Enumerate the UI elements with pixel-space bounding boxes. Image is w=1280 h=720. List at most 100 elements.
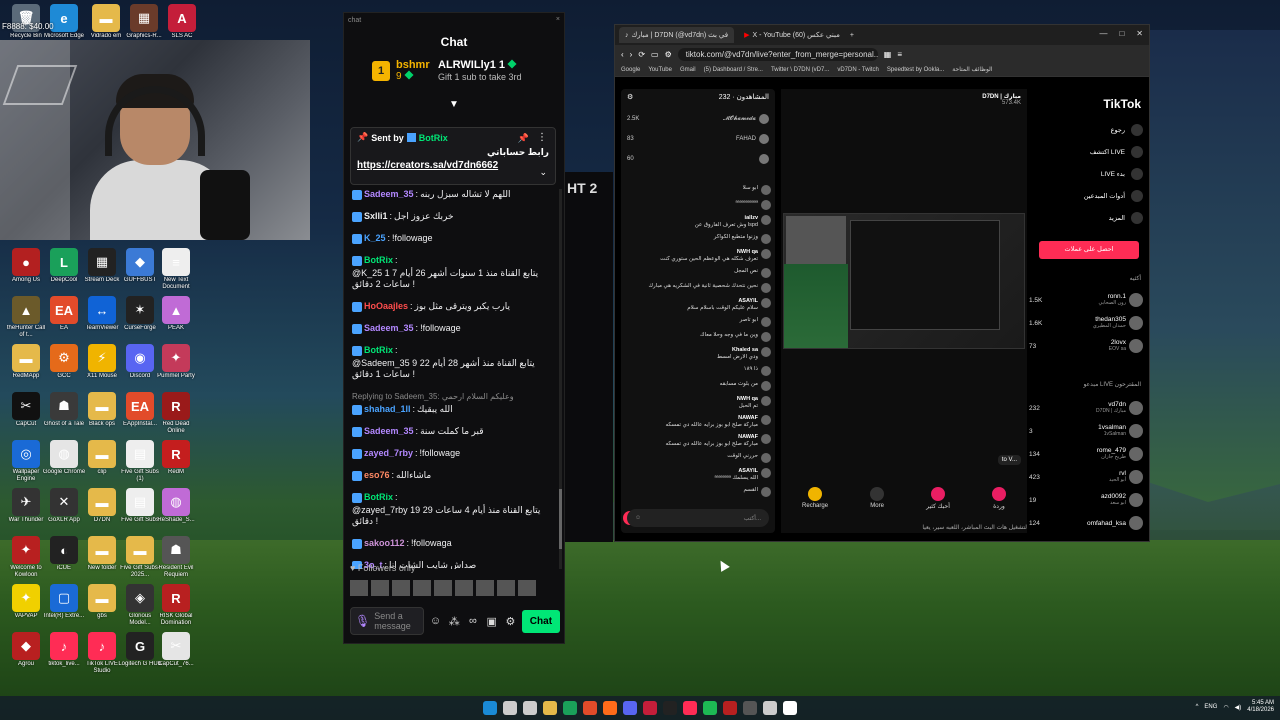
chat-username[interactable]: sakoo112	[364, 538, 405, 549]
desktop-icon[interactable]: ◍ ReShade_S...	[154, 488, 198, 536]
new-tab-icon[interactable]: +	[850, 32, 854, 39]
chat-username[interactable]: K_25	[364, 233, 386, 244]
user-row[interactable]: 134 rome_479 طريح جازان	[1029, 443, 1143, 465]
user-row[interactable]: 124 omfahad_ksa	[1029, 512, 1143, 534]
chat-username[interactable]: BotRix	[364, 255, 393, 266]
tiktok-message[interactable]: ابو تاصر	[625, 317, 771, 327]
chat-message[interactable]: zayed_7rby: !followage	[352, 448, 558, 459]
infinity-icon[interactable]: ∞	[466, 615, 481, 627]
gift-action[interactable]: More	[870, 487, 885, 509]
chat-message[interactable]: BotRix: @zayed_7rby 19 يتابع القناة منذ أ…	[352, 492, 558, 527]
maximize-icon[interactable]: □	[1119, 29, 1124, 38]
taskbar-app-icon[interactable]	[643, 701, 657, 715]
volume-icon[interactable]: ◀)	[1235, 704, 1242, 711]
user-row[interactable]: 232 vd7dn D7DN | مبارك	[1029, 397, 1143, 419]
bookmark-item[interactable]: Gmail	[680, 67, 696, 73]
top-viewer-row[interactable]: 2.5K 𝓜𝓞𝓱𝓪𝓶𝓮𝓭𝓪	[627, 109, 769, 129]
close-icon[interactable]: ✕	[1136, 29, 1143, 38]
user-row[interactable]: 1.6K thedan305 حمدان المطيري	[1029, 312, 1143, 334]
pin-toggle-icon[interactable]: 📌	[518, 133, 529, 144]
nav-item[interactable]: LIVE بدء	[1033, 163, 1143, 185]
taskbar-app-icon[interactable]	[563, 701, 577, 715]
tiktok-logo[interactable]: TikTok	[1103, 97, 1141, 111]
avatar[interactable]	[350, 580, 368, 596]
user-row[interactable]: 19 azd0092 ابو سعد	[1029, 489, 1143, 511]
desktop-icon[interactable]: ☗ Resident Evil Requiem	[154, 536, 198, 584]
chat-username[interactable]: BotRix	[364, 492, 393, 503]
emoji-icon[interactable]: ☺	[635, 515, 641, 521]
chat-username[interactable]: Sadeem_35	[364, 426, 414, 437]
taskbar-app-icon[interactable]	[683, 701, 697, 715]
taskbar-app-icon[interactable]	[763, 701, 777, 715]
bookmark-item[interactable]: Speedtest by Ookla...	[887, 67, 944, 73]
tiktok-message[interactable]: ᵃᵃᵃᵃᵃᵃᵃᵃᵃᵃᵃ	[625, 200, 771, 210]
chat-message[interactable]: sakoo112: !followaga	[352, 538, 558, 549]
chat-username[interactable]: Sxlli1	[364, 211, 388, 222]
tiktok-message[interactable]: ذا ١٨٩	[625, 366, 771, 376]
taskbar-app-icon[interactable]	[723, 701, 737, 715]
wifi-icon[interactable]: ◠	[1223, 704, 1228, 711]
tiktok-message[interactable]: ابو سلا	[625, 185, 771, 195]
chevron-up-icon[interactable]: ^	[1196, 704, 1199, 710]
close-icon[interactable]: ×	[556, 16, 560, 23]
avatar[interactable]	[518, 580, 536, 596]
collapse-chevron-icon[interactable]: ▼	[344, 99, 564, 113]
top-viewer-row[interactable]: 83 FAHAD	[627, 129, 769, 149]
desktop-icon[interactable]: ✦ Pummel Party	[154, 344, 198, 392]
tiktok-message[interactable]: ASAYIL ᵃᵃᵃᵃᵃᵃᵃᵃ الله يسلمك	[625, 468, 771, 482]
desktop-icon[interactable]: R RISK Global Domination	[154, 584, 198, 632]
tiktok-live-video[interactable]: D7DN | مبارك 573.4K to V... Recharge More…	[781, 89, 1027, 533]
tiktok-message[interactable]: نحين نتحدك شحصية ثانية في الشكريه هي مبا…	[625, 283, 771, 293]
chat-username[interactable]: shahad_1ll	[364, 404, 411, 415]
avatar[interactable]	[497, 580, 515, 596]
top-viewer-row[interactable]: 60	[627, 149, 769, 169]
store-icon[interactable]: ▣	[484, 615, 499, 628]
extensions-icon[interactable]: ▦	[884, 50, 892, 59]
tiktok-message[interactable]: حررني الوقت	[625, 453, 771, 463]
taskbar-app-icon[interactable]	[663, 701, 677, 715]
chat-message[interactable]: Sadeem_35: اللهم لا تشاله سبزل ربنه	[352, 189, 558, 200]
get-coins-button[interactable]: احصل على عملات	[1039, 241, 1139, 259]
tiktok-message[interactable]: نص المجل	[625, 268, 771, 278]
desktop-icon[interactable]: ✂ CapCut_76...	[154, 632, 198, 680]
tiktok-message[interactable]: NAWAF مباركة صلح ابو بوز برايه عالله دي ت…	[625, 415, 771, 429]
bookmark-item[interactable]: YouTube	[648, 67, 672, 73]
tab-tiktok[interactable]: ♪ مبارك | D7DN (@vd7dn) في بث	[619, 27, 735, 43]
chat-message[interactable]: K_25: !followage	[352, 233, 558, 244]
bookmark-item[interactable]: Twitter \ D7DN (vD7...	[771, 67, 829, 73]
tiktok-message[interactable]: iallzv وش تعرف الفاروق عن lspd	[625, 215, 771, 229]
chat-scrollbar[interactable]	[559, 189, 562, 569]
desktop-icon[interactable]: ≡ New Text Document	[154, 248, 198, 296]
tiktok-message[interactable]: NWH qa تم الحبل	[625, 396, 771, 410]
taskbar-app-icon[interactable]	[583, 701, 597, 715]
bookmark-icon[interactable]: ▭	[651, 50, 659, 59]
taskbar-app-icon[interactable]	[543, 701, 557, 715]
tiktok-message[interactable]: وين ما في وجه وحلا معاك	[625, 332, 771, 342]
chat-username[interactable]: Sadeem_35	[364, 189, 414, 200]
chat-message[interactable]: BotRix: @Sadeem_35 9 يتابع القناة منذ أشه…	[352, 345, 558, 380]
taskbar-app-icon[interactable]	[523, 701, 537, 715]
avatar[interactable]	[371, 580, 389, 596]
chat-username[interactable]: Sadeem_35	[364, 323, 414, 334]
lang-indicator[interactable]: ENG	[1204, 704, 1217, 710]
taskbar-app-icon[interactable]	[743, 701, 757, 715]
tab-youtube[interactable]: ▶ X - YouTube مبني عكس (60)	[738, 27, 846, 43]
taskbar-app-icon[interactable]	[603, 701, 617, 715]
tiktok-message[interactable]: NAWAF مباركة صلح ابو بوز برايه عالله دي ت…	[625, 434, 771, 448]
back-icon[interactable]: ‹	[621, 50, 624, 59]
user-row[interactable]: 1.5K ronn.1 رون الصحابي	[1029, 289, 1143, 311]
chat-username[interactable]: BotRix	[364, 345, 393, 356]
gift-action[interactable]: أحبك كثير	[926, 486, 950, 510]
taskbar-app-icon[interactable]	[623, 701, 637, 715]
user-row[interactable]: 423 rvl أبو الحيد	[1029, 466, 1143, 488]
chat-username[interactable]: eso76	[364, 470, 390, 481]
chat-input[interactable]: 🎙 Send a message	[350, 607, 425, 635]
taskbar-app-icon[interactable]	[483, 701, 497, 715]
chat-send-button[interactable]: Chat	[521, 609, 561, 633]
tiktok-chat-input[interactable]: ☺ أكتب...	[627, 509, 769, 527]
tiktok-message[interactable]: القسم	[625, 487, 771, 497]
taskbar-app-icon[interactable]	[503, 701, 517, 715]
tiktok-message[interactable]: من بلوت مسابقه	[625, 381, 771, 391]
tiktok-message[interactable]: NWH qa تعرف شكله هي الوعظم الحين ستوري كن…	[625, 249, 771, 263]
tiktok-message[interactable]: Khaled sa ودي الارض امسط	[625, 347, 771, 361]
